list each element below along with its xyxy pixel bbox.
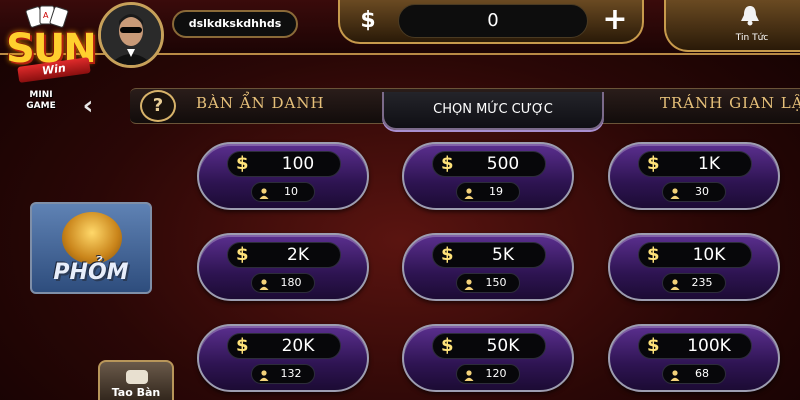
add-funds-button[interactable]: + [596, 4, 634, 38]
bet-card-1k[interactable]: $ 1K 30 [608, 142, 780, 210]
bet-amount: 5K [492, 245, 514, 265]
game-name: PHỎM [53, 260, 129, 285]
bet-amount: 10K [692, 245, 726, 265]
player-count: 10 [284, 185, 298, 198]
bet-amount-box: $ 10K [638, 242, 752, 268]
bet-card-100[interactable]: $ 100 10 [197, 142, 369, 210]
dollar-icon: $ [236, 244, 249, 265]
player-count-box: 30 [662, 182, 726, 202]
bet-amount-box: $ 100 [227, 151, 341, 177]
tab-choose-bet[interactable]: CHỌN MỨC CƯỢC [382, 92, 604, 130]
person-icon [464, 188, 474, 199]
bet-card-10k[interactable]: $ 10K 235 [608, 233, 780, 301]
dollar-icon: $ [647, 335, 660, 356]
dollar-icon: $ [441, 335, 454, 356]
person-icon [670, 279, 680, 290]
avatar[interactable] [98, 2, 164, 68]
player-count-box: 132 [251, 364, 315, 384]
bet-amount: 2K [287, 245, 309, 265]
person-icon [259, 279, 269, 290]
dollar-icon: $ [441, 153, 454, 174]
back-chevron-icon[interactable]: ‹ [76, 92, 100, 122]
player-count: 68 [695, 367, 709, 380]
playing-cards-icon: A [25, 5, 69, 28]
bet-amount-box: $ 50K [432, 333, 546, 359]
person-icon [259, 188, 269, 199]
tab-choose-bet-label: CHỌN MỨC CƯỢC [433, 102, 553, 117]
bet-amount-box: $ 5K [432, 242, 546, 268]
player-count-box: 120 [456, 364, 520, 384]
bet-amount: 50K [486, 336, 520, 356]
bet-amount: 20K [281, 336, 315, 356]
table-icon [126, 370, 148, 384]
person-icon [464, 370, 474, 381]
bell-icon [741, 6, 759, 26]
player-count-box: 150 [456, 273, 520, 293]
game-tile-phom[interactable]: PHỎM [30, 202, 152, 294]
user-portrait-icon [101, 5, 161, 65]
news-label: Tin Tức [735, 33, 769, 43]
bet-card-500[interactable]: $ 500 19 [402, 142, 574, 210]
minigame-label[interactable]: MINI GAME [16, 90, 66, 114]
person-icon [670, 188, 680, 199]
bet-amount: 100K [687, 336, 731, 356]
player-count-box: 235 [662, 273, 726, 293]
dollar-icon: $ [236, 335, 249, 356]
coins-icon [62, 212, 122, 264]
dollar-icon: $ [647, 153, 660, 174]
bet-card-20k[interactable]: $ 20K 132 [197, 324, 369, 392]
bet-amount-box: $ 2K [227, 242, 341, 268]
player-count: 132 [280, 367, 302, 380]
bet-card-5k[interactable]: $ 5K 150 [402, 233, 574, 301]
player-count-box: 68 [662, 364, 726, 384]
dollar-icon: $ [647, 244, 660, 265]
person-icon [259, 370, 269, 381]
player-count: 150 [485, 276, 507, 289]
bet-amount: 100 [281, 154, 315, 174]
player-count: 19 [489, 185, 503, 198]
news-button[interactable]: Tin Tức [664, 0, 800, 52]
player-count: 180 [280, 276, 302, 289]
bet-card-100k[interactable]: $ 100K 68 [608, 324, 780, 392]
bet-amount-box: $ 100K [638, 333, 752, 359]
bet-card-2k[interactable]: $ 2K 180 [197, 233, 369, 301]
player-count-box: 10 [251, 182, 315, 202]
dollar-icon: $ [441, 244, 454, 265]
bet-card-50k[interactable]: $ 50K 120 [402, 324, 574, 392]
svg-text:A: A [43, 11, 49, 20]
person-icon [670, 370, 680, 381]
dollar-icon: $ [360, 8, 376, 33]
bet-amount-box: $ 20K [227, 333, 341, 359]
player-count: 235 [691, 276, 713, 289]
bet-amount: 1K [698, 154, 720, 174]
dollar-icon: $ [236, 153, 249, 174]
tab-anonymous-table[interactable]: BÀN ẨN DANH [196, 94, 366, 114]
person-icon [464, 279, 474, 290]
create-table-label: Tao Bàn [111, 386, 161, 399]
player-count: 120 [485, 367, 507, 380]
balance-bar: $ 0 + [338, 0, 644, 44]
tab-avoid-cheating[interactable]: TRÁNH GIAN LẬN [660, 94, 800, 114]
bet-amount: 500 [486, 154, 520, 174]
create-table-button[interactable]: Tao Bàn [98, 360, 174, 400]
bet-amount-box: $ 1K [638, 151, 752, 177]
help-button[interactable]: ? [140, 90, 176, 122]
bet-amount-box: $ 500 [432, 151, 546, 177]
player-count-box: 19 [456, 182, 520, 202]
player-count-box: 180 [251, 273, 315, 293]
balance-value: 0 [398, 4, 588, 38]
player-count: 30 [695, 185, 709, 198]
username-label: dslkdkskdhhds [172, 10, 298, 38]
